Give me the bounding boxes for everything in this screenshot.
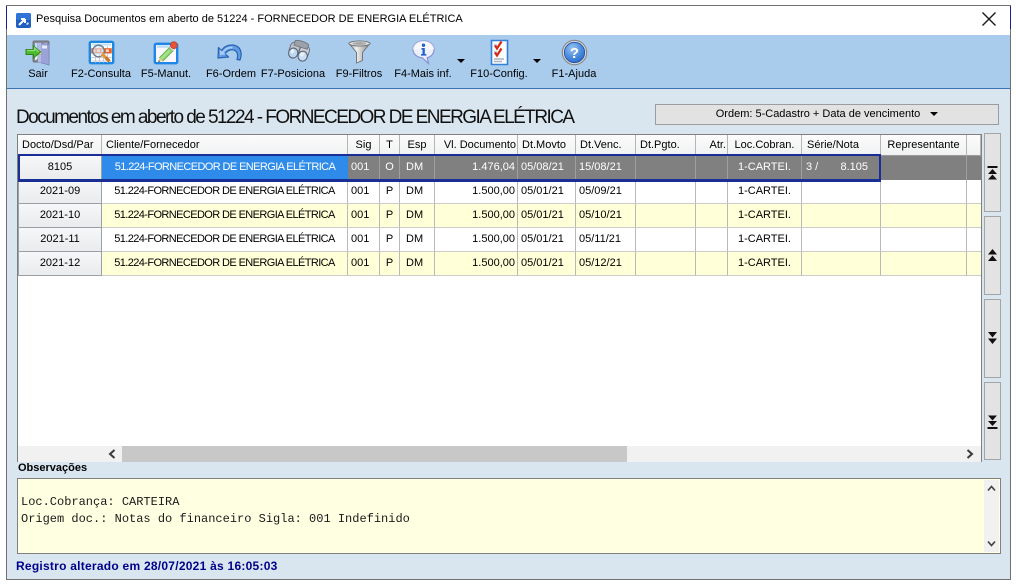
svg-text:?: ?: [569, 45, 578, 62]
